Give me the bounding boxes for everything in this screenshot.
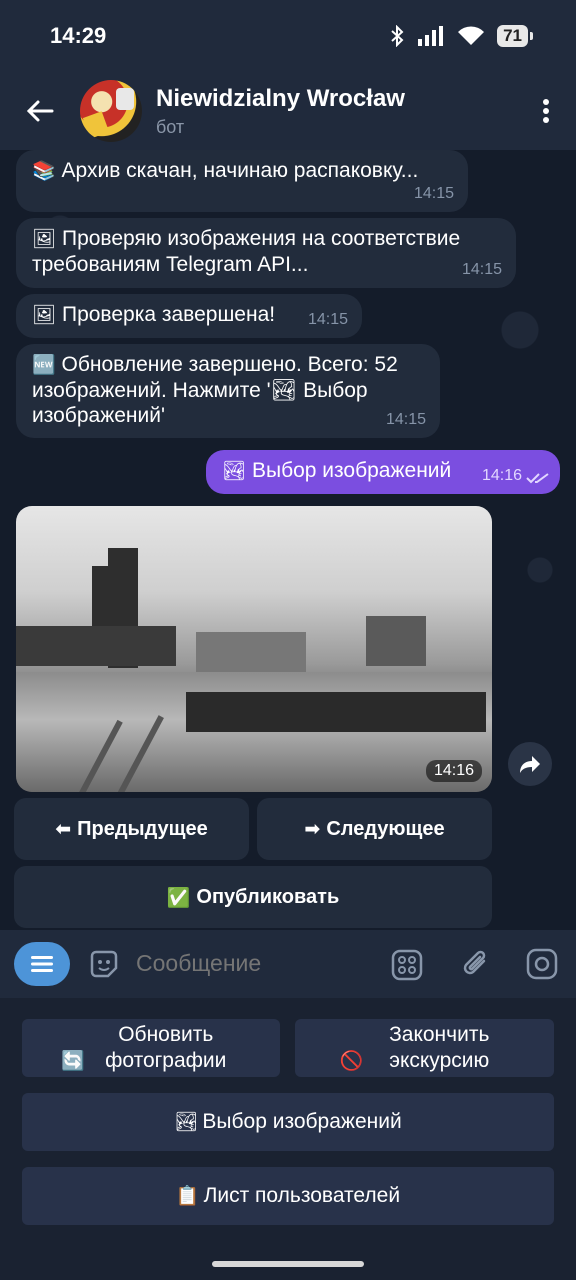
paperclip-icon (463, 950, 486, 975)
bot-avatar[interactable] (80, 80, 142, 142)
publish-label: Опубликовать (196, 885, 340, 908)
sticker-button[interactable] (86, 946, 122, 982)
clipboard-icon: 📋 (175, 1185, 200, 1207)
photo-message[interactable]: 14:16 (16, 506, 492, 792)
chat-title: Niewidzialny Wrocław (156, 84, 405, 112)
message-input[interactable] (136, 950, 376, 977)
more-options-button[interactable] (516, 72, 576, 150)
outgoing-message-bubble[interactable]: 🏞 Выбор изображений 14:16 (206, 450, 560, 494)
back-button[interactable] (0, 72, 80, 150)
books-icon: 📚 (32, 160, 56, 182)
select-images-button[interactable]: 🏞 Выбор изображений (22, 1093, 554, 1151)
right-arrow-icon: ➡ (304, 818, 321, 840)
menu-lines-icon (31, 956, 53, 972)
landscape-icon: 🏞 (222, 460, 247, 482)
message-bubble[interactable]: 📚 Архив скачан, начинаю распаковку... 14… (16, 150, 468, 212)
chat-area[interactable]: 📚 Архив скачан, начинаю распаковку... 14… (0, 150, 576, 930)
status-icons: 71 (389, 25, 533, 47)
photo-time: 14:16 (425, 760, 482, 782)
home-indicator[interactable] (212, 1261, 364, 1267)
prohibited-icon: 🚫 (339, 1050, 364, 1072)
message-text: Проверяю изображения на соответствие тре… (32, 227, 461, 276)
previous-label: Предыдущее (77, 817, 208, 840)
landscape-icon: 🏞 (174, 1111, 199, 1133)
chat-header: Niewidzialny Wrocław бот (0, 72, 576, 150)
status-time: 14:29 (50, 23, 107, 48)
refresh-icon: 🔄 (61, 1050, 85, 1072)
status-bar: 14:29 71 (0, 0, 576, 72)
publish-button[interactable]: ✅ Опубликовать (14, 866, 492, 928)
new-badge-icon: 🆕 (32, 354, 56, 376)
back-arrow-icon (26, 100, 54, 122)
message-time: 14:15 (461, 261, 502, 278)
message-time: 14:15 (307, 311, 348, 328)
message-text: Проверка завершена! (61, 303, 276, 326)
attach-button[interactable] (456, 944, 496, 984)
sticker-icon (90, 950, 118, 978)
left-arrow-icon: ⬅ (55, 818, 72, 840)
message-time: 14:16 (481, 467, 522, 484)
share-arrow-icon (520, 756, 540, 773)
chat-subtitle: бот (156, 116, 185, 137)
message-time: 14:15 (413, 185, 454, 202)
reply-keyboard: 🔄 Обновить фотографии 🚫 Закончить экскур… (0, 998, 576, 1280)
battery-indicator: 71 (497, 25, 533, 47)
camera-button[interactable] (522, 944, 562, 984)
message-text: Архив скачан, начинаю распаковку... (61, 159, 419, 182)
next-button[interactable]: ➡ Следующее (257, 798, 492, 860)
refresh-photos-button[interactable]: 🔄 Обновить фотографии (22, 1019, 280, 1077)
double-check-icon (526, 473, 549, 484)
picture-icon: 🖼 (32, 228, 57, 250)
users-list-button[interactable]: 📋 Лист пользователей (22, 1167, 554, 1225)
refresh-photos-label: Обновить фотографии (105, 1023, 227, 1072)
message-text: Выбор изображений (251, 459, 452, 482)
bot-menu-button[interactable] (14, 942, 70, 986)
more-vertical-icon (543, 99, 549, 123)
bluetooth-icon (391, 25, 404, 47)
chat-title-block[interactable]: Niewidzialny Wrocław бот (156, 85, 516, 138)
share-button[interactable] (508, 742, 552, 786)
message-text: Обновление завершено. Всего: 52 изображе… (32, 353, 398, 427)
finish-tour-label: Закончить экскурсию (389, 1023, 490, 1072)
finish-tour-button[interactable]: 🚫 Закончить экскурсию (295, 1019, 554, 1077)
next-label: Следующее (326, 817, 445, 840)
wifi-icon (458, 26, 485, 45)
grid-icon (391, 949, 423, 981)
message-time: 14:15 (385, 411, 426, 428)
commands-button[interactable] (388, 946, 426, 984)
check-mark-icon: ✅ (166, 886, 191, 909)
message-bubble[interactable]: 🖼 Проверяю изображения на соответствие т… (16, 218, 516, 288)
users-list-label: Лист пользователей (203, 1184, 401, 1207)
previous-button[interactable]: ⬅ Предыдущее (14, 798, 249, 860)
signal-icon (418, 26, 444, 46)
message-bubble[interactable]: 🆕 Обновление завершено. Всего: 52 изобра… (16, 344, 440, 438)
select-images-label: Выбор изображений (202, 1110, 402, 1133)
message-bubble[interactable]: 🖼 Проверка завершена! 14:15 (16, 294, 362, 338)
picture-icon: 🖼 (32, 304, 57, 326)
camera-icon (526, 948, 558, 980)
